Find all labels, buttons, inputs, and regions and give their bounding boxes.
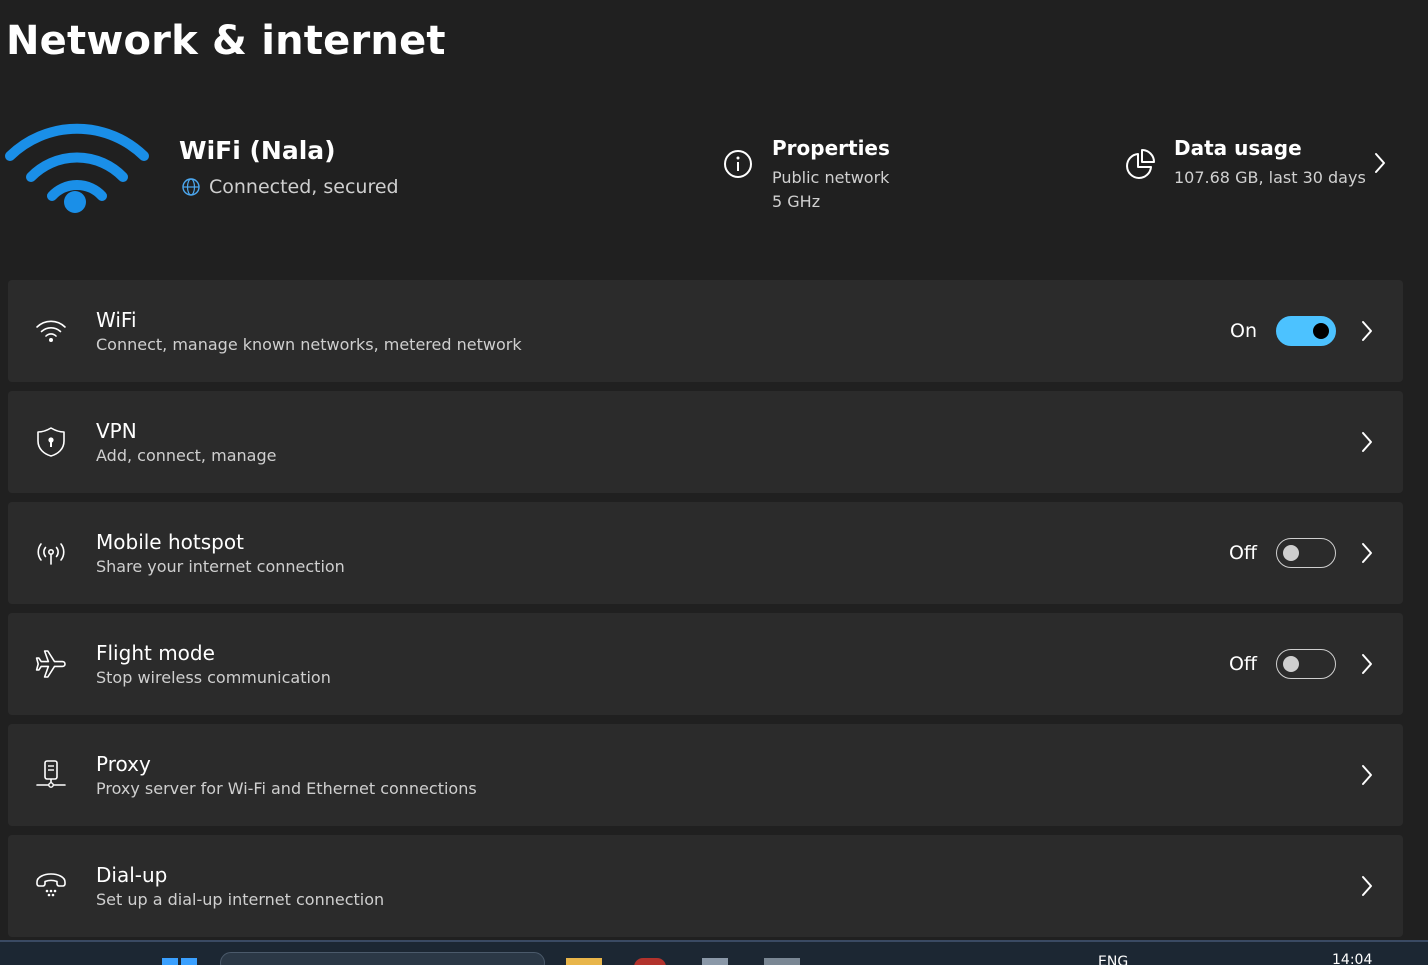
- setting-vpn[interactable]: VPN Add, connect, manage: [8, 391, 1403, 493]
- settings-list: WiFi Connect, manage known networks, met…: [8, 280, 1403, 946]
- toggle-knob: [1283, 656, 1299, 672]
- connection-status-text: Connected, secured: [209, 176, 399, 198]
- setting-flight-mode[interactable]: Flight mode Stop wireless communication …: [8, 613, 1403, 715]
- setting-flight-subtitle: Stop wireless communication: [96, 668, 331, 687]
- chevron-right-icon: [1362, 432, 1372, 452]
- setting-wifi-subtitle: Connect, manage known networks, metered …: [96, 335, 522, 354]
- chevron-right-icon: [1362, 321, 1372, 341]
- setting-proxy-title: Proxy: [96, 752, 151, 776]
- network-type: Public network: [772, 168, 890, 187]
- browser-icon[interactable]: [634, 958, 666, 965]
- setting-dial-up[interactable]: Dial-up Set up a dial-up internet connec…: [8, 835, 1403, 937]
- hotspot-icon: [37, 543, 65, 565]
- wifi-icon: [36, 320, 66, 342]
- network-name: WiFi (Nala): [179, 136, 336, 165]
- wifi-state-label: On: [1230, 320, 1257, 342]
- taskbar-clock[interactable]: 14:04: [1332, 952, 1372, 965]
- flight-state-label: Off: [1228, 653, 1257, 675]
- setting-dialup-title: Dial-up: [96, 863, 168, 887]
- hotspot-toggle[interactable]: [1276, 538, 1336, 568]
- page-title: Network & internet: [6, 18, 446, 64]
- airplane-icon: [35, 650, 66, 678]
- settings-window: Network & internet WiFi (Nala) Connected…: [0, 0, 1428, 965]
- globe-icon: [182, 178, 200, 196]
- wifi-toggle[interactable]: [1276, 316, 1336, 346]
- proxy-icon: [36, 760, 66, 788]
- setting-flight-title: Flight mode: [96, 641, 215, 665]
- setting-proxy-subtitle: Proxy server for Wi-Fi and Ethernet conn…: [96, 779, 477, 798]
- setting-hotspot-title: Mobile hotspot: [96, 530, 244, 554]
- language-indicator[interactable]: ENG: [1098, 954, 1128, 965]
- data-usage-summary: 107.68 GB, last 30 days: [1174, 168, 1366, 187]
- chevron-right-icon: [1362, 654, 1372, 674]
- info-icon: [724, 150, 752, 178]
- data-usage-title: Data usage: [1174, 136, 1302, 160]
- data-usage-link[interactable]: Data usage 107.68 GB, last 30 days: [1124, 136, 1366, 190]
- setting-vpn-subtitle: Add, connect, manage: [96, 446, 277, 465]
- app-window-icon[interactable]: [764, 958, 800, 965]
- chevron-right-icon: [1362, 765, 1372, 785]
- chevron-right-icon: [1362, 876, 1372, 896]
- setting-proxy[interactable]: Proxy Proxy server for Wi-Fi and Etherne…: [8, 724, 1403, 826]
- windows-start-icon[interactable]: [162, 958, 198, 965]
- setting-mobile-hotspot[interactable]: Mobile hotspot Share your internet conne…: [8, 502, 1403, 604]
- toggle-knob: [1283, 545, 1299, 561]
- properties-link[interactable]: Properties Public network 5 GHz: [722, 136, 890, 214]
- chevron-right-icon[interactable]: [1370, 150, 1390, 176]
- file-explorer-icon[interactable]: [566, 958, 602, 965]
- toggle-knob: [1313, 323, 1329, 339]
- setting-vpn-title: VPN: [96, 419, 137, 443]
- hotspot-state-label: Off: [1228, 542, 1257, 564]
- flight-mode-toggle[interactable]: [1276, 649, 1336, 679]
- setting-dialup-subtitle: Set up a dial-up internet connection: [96, 890, 385, 909]
- pie-chart-icon: [1126, 149, 1155, 179]
- chevron-right-icon: [1362, 543, 1372, 563]
- dialup-phone-icon: [36, 873, 66, 897]
- network-band: 5 GHz: [772, 192, 821, 211]
- taskbar-search-box[interactable]: [220, 952, 545, 965]
- app-icon[interactable]: [702, 958, 728, 965]
- connection-status: Connected, secured: [181, 176, 399, 198]
- shield-icon: [37, 427, 65, 457]
- properties-title: Properties: [772, 136, 890, 160]
- setting-hotspot-subtitle: Share your internet connection: [96, 557, 345, 576]
- setting-wifi-title: WiFi: [96, 308, 137, 332]
- setting-wifi[interactable]: WiFi Connect, manage known networks, met…: [8, 280, 1403, 382]
- taskbar: ENG 14:04: [0, 940, 1428, 965]
- wifi-signal-icon: [5, 123, 149, 213]
